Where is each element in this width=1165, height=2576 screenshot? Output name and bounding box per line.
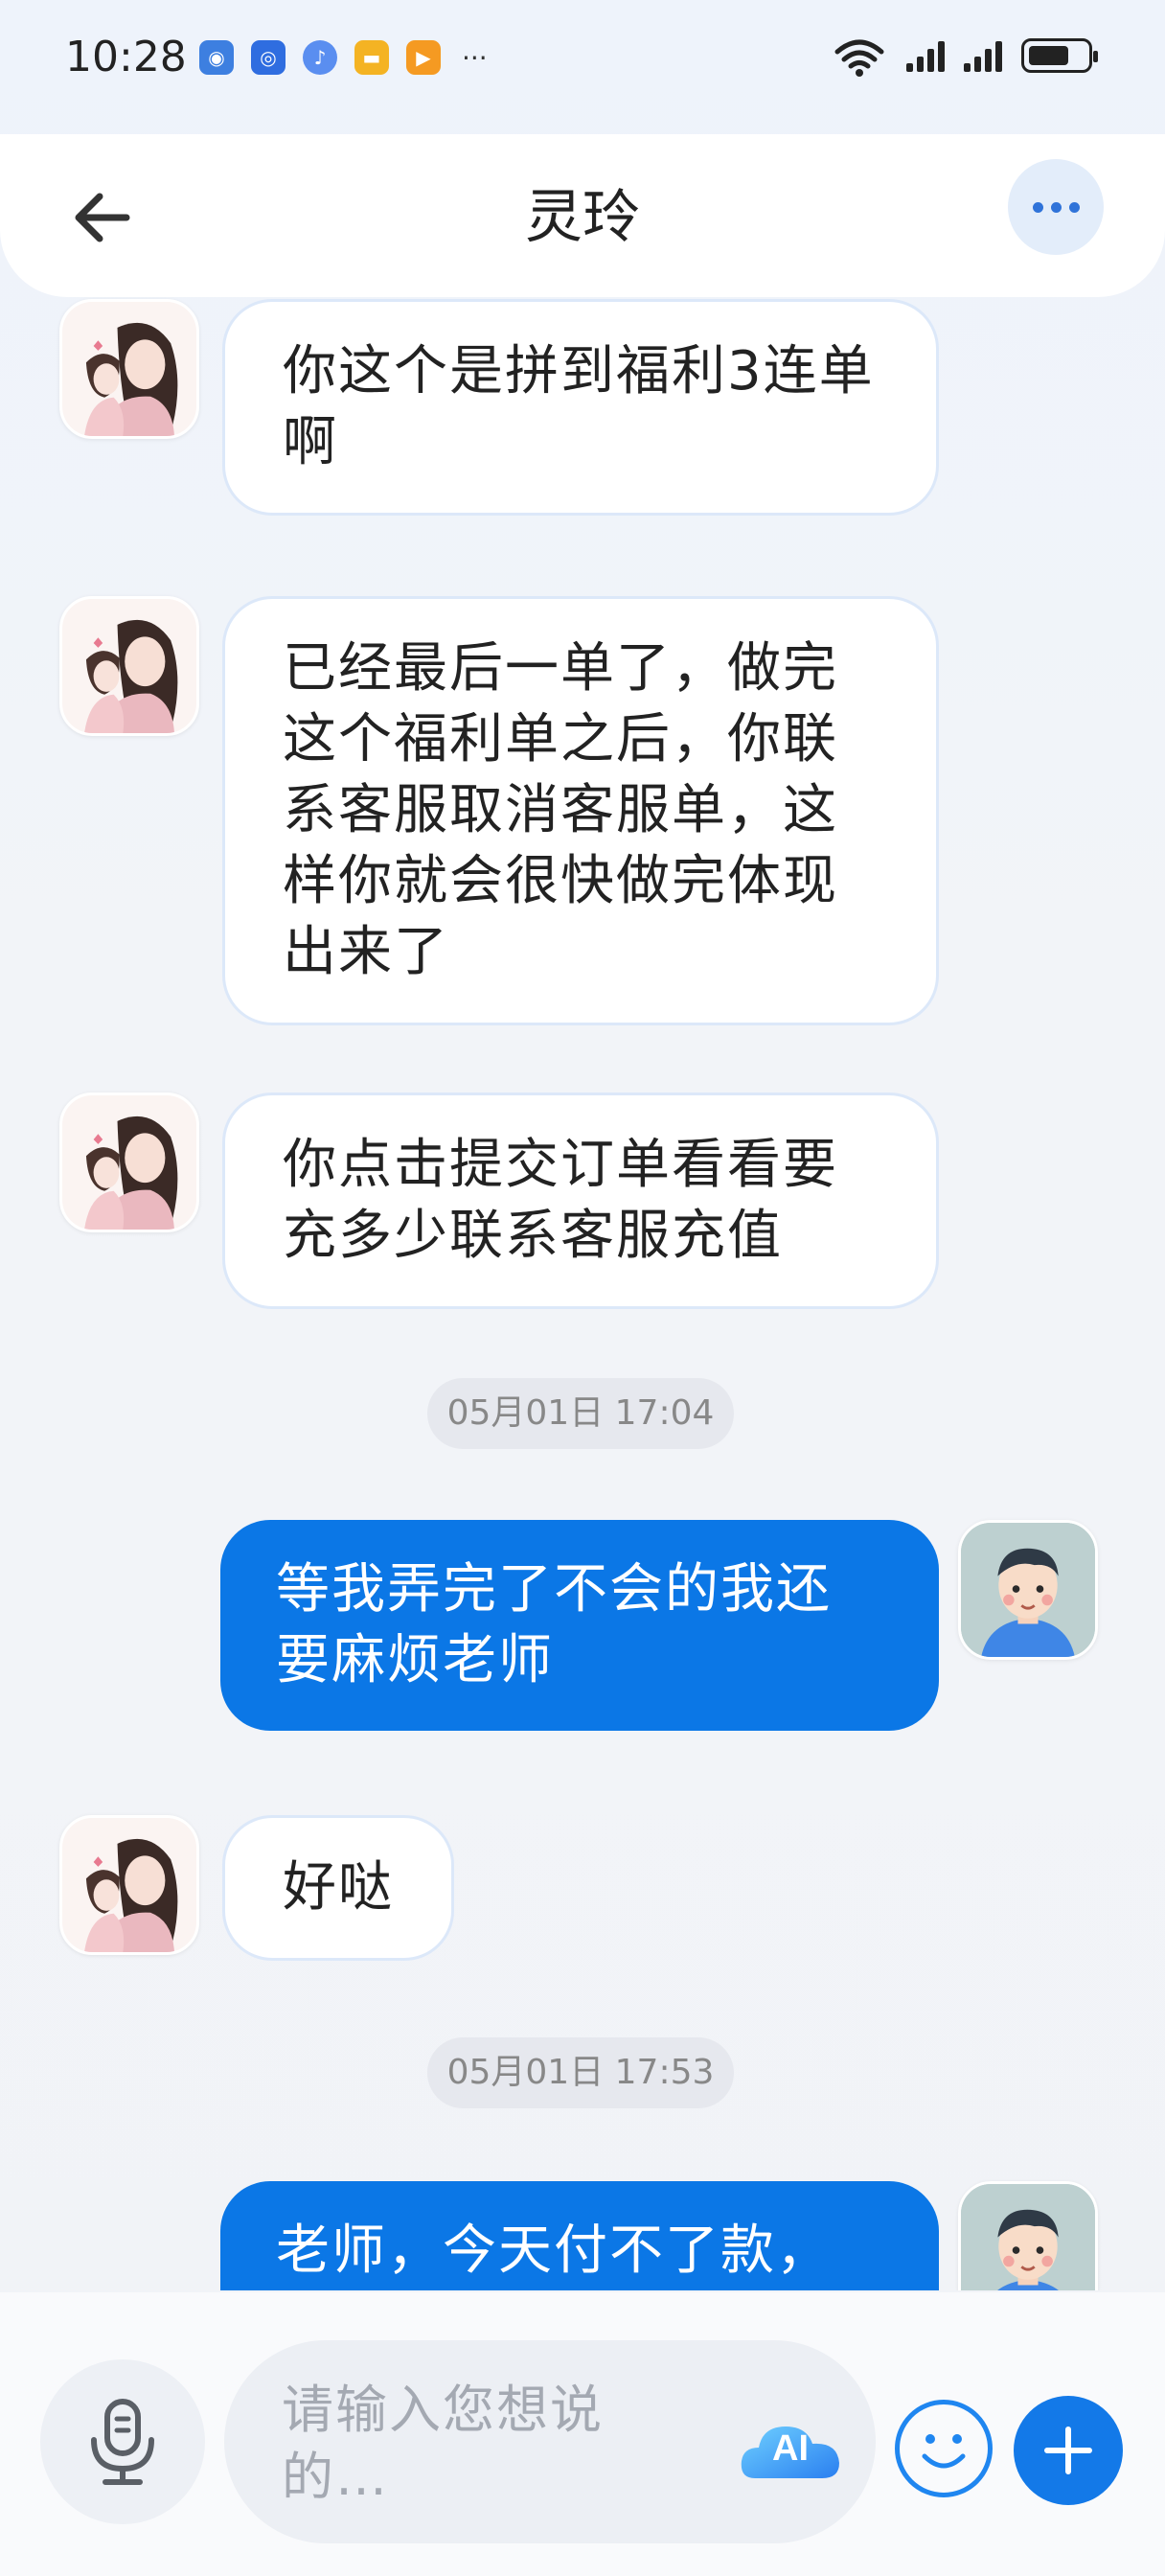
voice-input-button[interactable] bbox=[40, 2359, 205, 2524]
system-icons bbox=[832, 34, 1098, 77]
wifi-icon bbox=[834, 39, 884, 77]
music-app-icon: ♪ bbox=[303, 40, 337, 75]
page-title: 灵玲 bbox=[525, 184, 640, 251]
signal-icon-1 bbox=[906, 39, 945, 72]
contact-avatar[interactable] bbox=[59, 299, 199, 439]
battery-icon bbox=[1021, 38, 1098, 73]
app-store-icon: ◎ bbox=[251, 40, 286, 75]
more-notifications-icon: ··· bbox=[462, 41, 488, 74]
message-bubble-incoming[interactable]: 你这个是拼到福利3连单啊 bbox=[222, 299, 939, 516]
message-timestamp: 05月01日 17:04 bbox=[427, 1378, 734, 1449]
plus-icon bbox=[1044, 2426, 1092, 2474]
contact-avatar[interactable] bbox=[59, 1092, 199, 1232]
browser-app-icon: ◉ bbox=[199, 40, 234, 75]
input-bar: 请输入您想说的… AI bbox=[0, 2292, 1165, 2576]
input-placeholder: 请输入您想说的… bbox=[282, 2380, 604, 2507]
video-app-icon: ▶ bbox=[406, 40, 441, 75]
contact-avatar[interactable] bbox=[59, 1815, 199, 1955]
message-bubble-incoming[interactable]: 好哒 bbox=[222, 1815, 454, 1961]
ai-label: AI bbox=[772, 2428, 809, 2469]
message-bubble-outgoing[interactable]: 等我弄完了不会的我还要麻烦老师 bbox=[220, 1520, 939, 1731]
message-input[interactable]: 请输入您想说的… AI bbox=[224, 2340, 876, 2543]
message-bubble-incoming[interactable]: 已经最后一单了，做完这个福利单之后，你联系客服取消客服单，这样你就会很快做完体现… bbox=[222, 596, 939, 1025]
ai-assistant-button[interactable]: AI bbox=[738, 2417, 843, 2484]
add-attachment-button[interactable] bbox=[1014, 2396, 1123, 2505]
contact-avatar[interactable] bbox=[59, 596, 199, 736]
microphone-icon bbox=[91, 2399, 154, 2485]
more-options-button[interactable] bbox=[1008, 159, 1104, 255]
status-time: 10:28 bbox=[65, 33, 187, 81]
emoji-button[interactable] bbox=[895, 2400, 993, 2497]
message-timestamp: 05月01日 17:53 bbox=[427, 2037, 734, 2108]
notification-icons: ◉ ◎ ♪ ▬ ▶ ··· bbox=[199, 40, 488, 75]
emoji-icon bbox=[922, 2434, 966, 2469]
message-list[interactable]: 你这个是拼到福利3连单啊 已经最后一单了，做完这个福利单之后，你联系客服取消客服… bbox=[0, 297, 1165, 2290]
user-avatar[interactable] bbox=[958, 1520, 1098, 1660]
chat-header: 灵玲 bbox=[0, 134, 1165, 297]
user-avatar[interactable] bbox=[958, 2181, 1098, 2290]
status-bar: 10:28 ◉ ◎ ♪ ▬ ▶ ··· bbox=[0, 0, 1165, 115]
notes-app-icon: ▬ bbox=[354, 40, 389, 75]
more-icon bbox=[1032, 201, 1043, 213]
message-bubble-incoming[interactable]: 你点击提交订单看看要充多少联系客服充值 bbox=[222, 1092, 939, 1309]
signal-icon-2 bbox=[964, 39, 1002, 72]
message-bubble-outgoing[interactable]: 老师，今天付不了款， bbox=[220, 2181, 939, 2290]
